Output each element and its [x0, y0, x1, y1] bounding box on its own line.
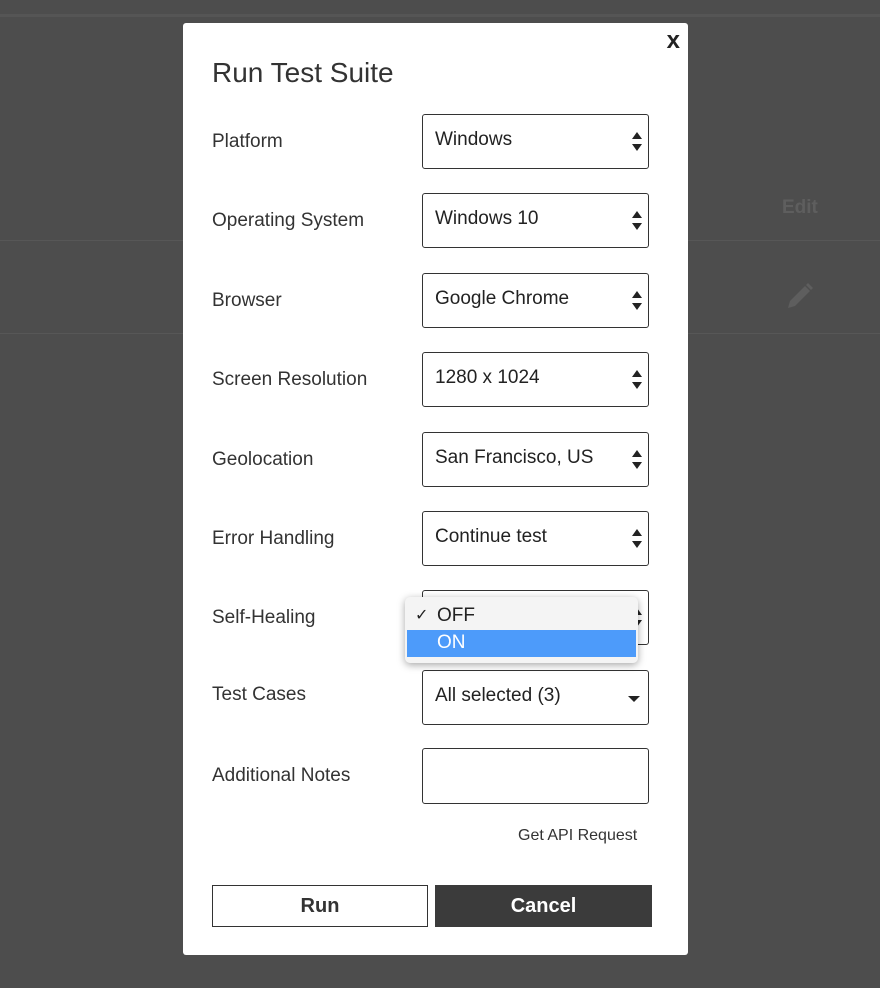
- dropdown-option-off[interactable]: ✓ OFF: [405, 603, 638, 630]
- option-label: OFF: [437, 605, 475, 626]
- os-select[interactable]: Windows 10: [422, 193, 649, 248]
- test-cases-select[interactable]: All selected (3): [422, 670, 649, 725]
- platform-label: Platform: [212, 131, 283, 152]
- self-healing-label: Self-Healing: [212, 607, 316, 628]
- os-label: Operating System: [212, 210, 365, 231]
- error-handling-select[interactable]: Continue test: [422, 511, 649, 566]
- geolocation-label: Geolocation: [212, 449, 314, 470]
- background-top-border: [0, 14, 880, 17]
- geolocation-select[interactable]: San Francisco, US: [422, 432, 649, 487]
- select-arrows-icon: [632, 132, 642, 152]
- dropdown-option-on[interactable]: ON: [407, 630, 636, 657]
- run-test-suite-modal: x Run Test Suite Platform Windows Operat…: [183, 23, 688, 955]
- option-label: ON: [437, 632, 466, 653]
- run-button[interactable]: Run: [212, 885, 428, 927]
- pencil-icon: [784, 280, 816, 317]
- select-arrows-icon: [632, 211, 642, 231]
- resolution-select[interactable]: 1280 x 1024: [422, 352, 649, 407]
- notes-label: Additional Notes: [212, 765, 351, 786]
- notes-field[interactable]: [422, 748, 649, 804]
- cancel-button[interactable]: Cancel: [435, 885, 652, 927]
- browser-label: Browser: [212, 290, 282, 311]
- browser-select[interactable]: Google Chrome: [422, 273, 649, 328]
- modal-title: Run Test Suite: [212, 57, 394, 88]
- self-healing-dropdown-menu: ✓ OFF ON: [405, 597, 638, 663]
- browser-value: Google Chrome: [435, 288, 570, 309]
- geolocation-value: San Francisco, US: [435, 447, 594, 468]
- error-handling-label: Error Handling: [212, 528, 335, 549]
- test-cases-value: All selected (3): [435, 685, 561, 706]
- select-arrows-icon: [632, 291, 642, 311]
- get-api-request-link[interactable]: Get API Request: [518, 827, 637, 845]
- select-arrows-icon: [632, 370, 642, 390]
- checkmark-icon: ✓: [415, 607, 429, 624]
- os-value: Windows 10: [435, 208, 539, 229]
- chevron-down-icon: [628, 696, 640, 702]
- platform-value: Windows: [435, 129, 513, 150]
- error-handling-value: Continue test: [435, 526, 547, 547]
- edit-column-header: Edit: [782, 197, 818, 218]
- resolution-label: Screen Resolution: [212, 369, 368, 390]
- close-icon[interactable]: x: [667, 27, 680, 55]
- select-arrows-icon: [632, 450, 642, 470]
- platform-select[interactable]: Windows: [422, 114, 649, 169]
- test-cases-label: Test Cases: [212, 684, 306, 705]
- resolution-value: 1280 x 1024: [435, 367, 540, 388]
- select-arrows-icon: [632, 529, 642, 549]
